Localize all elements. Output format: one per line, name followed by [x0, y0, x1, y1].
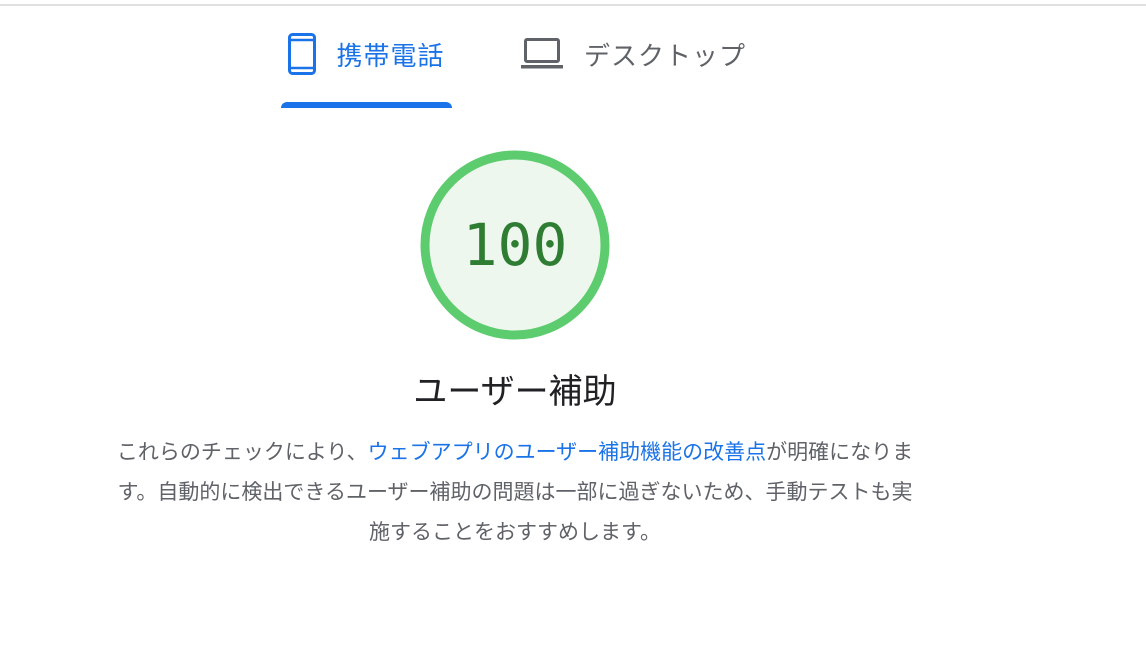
tab-mobile-label: 携帯電話 [336, 41, 445, 72]
accessibility-improvement-link[interactable]: ウェブアプリのユーザー補助機能の改善点 [368, 440, 767, 464]
tab-desktop[interactable]: デスクトップ [520, 6, 760, 102]
smartphone-icon [288, 33, 317, 75]
tab-mobile[interactable]: 携帯電話 [281, 6, 452, 102]
device-tabs: 携帯電話 デスクトップ [0, 6, 1146, 108]
category-description: これらのチェックにより、ウェブアプリのユーザー補助機能の改善点が明確になります。… [110, 432, 920, 552]
tab-desktop-label: デスクトップ [584, 41, 747, 72]
score-gauge: 100 [418, 148, 612, 342]
score-value: 100 [462, 211, 568, 279]
category-title: ユーザー補助 [413, 372, 617, 412]
laptop-icon [520, 38, 564, 70]
selected-tab-indicator [281, 102, 452, 108]
description-text-before: これらのチェックにより、 [116, 440, 368, 464]
